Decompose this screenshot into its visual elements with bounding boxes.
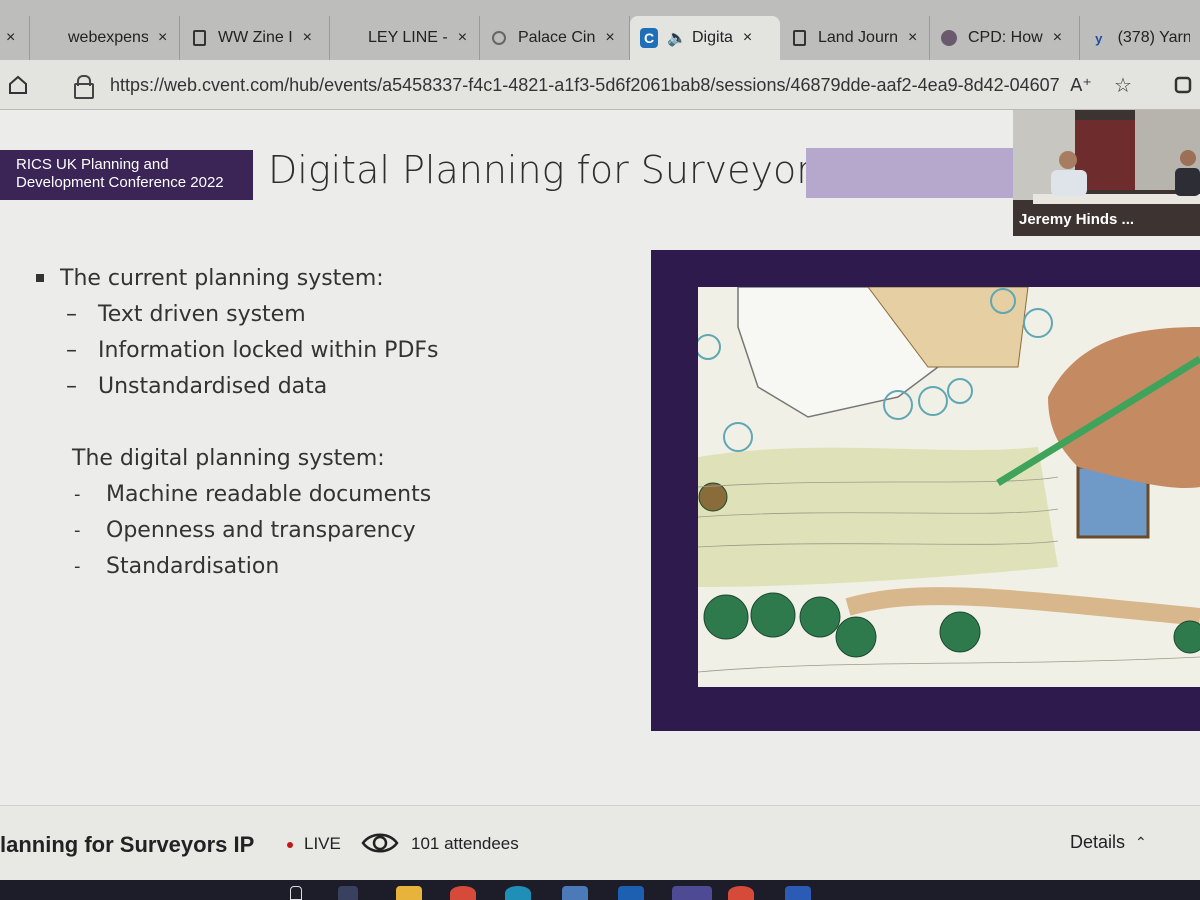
live-indicator-icon — [287, 842, 293, 848]
read-aloud-icon[interactable]: A⁺ — [1064, 68, 1098, 102]
lock-icon[interactable] — [74, 75, 94, 99]
tab-label: CPD: How — [968, 29, 1043, 46]
app-icon[interactable] — [338, 886, 358, 900]
url-text[interactable]: https://web.cvent.com/hub/events/a545833… — [110, 75, 1060, 96]
teams-icon[interactable] — [672, 886, 712, 900]
tab-label: WW Zine I — [218, 29, 293, 46]
details-label: Details — [1070, 832, 1126, 852]
collections-icon[interactable] — [1166, 68, 1200, 102]
close-icon[interactable]: × — [605, 29, 614, 47]
list-item-text: Standardisation — [106, 553, 280, 579]
circle-icon — [940, 29, 958, 47]
close-icon[interactable]: × — [158, 29, 167, 47]
tab-webexpenses[interactable]: webexpens × — [30, 16, 180, 60]
close-icon[interactable]: × — [6, 29, 15, 47]
yammer-icon: y — [1095, 30, 1103, 46]
plan-image-frame — [651, 250, 1200, 731]
close-icon[interactable]: × — [303, 29, 312, 47]
chevron-up-icon: ⌃ — [1135, 834, 1147, 850]
bullet-list: The current planning system: – Text drive… — [36, 260, 439, 584]
speaker-icon[interactable]: 🔈 — [667, 29, 687, 47]
bullet-icon — [36, 274, 44, 282]
document-icon — [790, 29, 808, 47]
session-bar: lanning for Surveyors IP LIVE 101 attend… — [0, 805, 1200, 880]
word-icon[interactable] — [785, 886, 811, 900]
chrome-icon[interactable] — [450, 886, 476, 900]
list-item: – Unstandardised data — [66, 373, 328, 399]
list-item: – Information locked within PDFs — [66, 337, 439, 363]
tab-ley-line[interactable]: LEY LINE - × — [330, 16, 480, 60]
close-icon[interactable]: × — [908, 29, 917, 47]
list-item-text: Text driven system — [98, 301, 306, 327]
tab-land-journal[interactable]: Land Journ × — [780, 16, 930, 60]
tab-strip: × webexpens × WW Zine I × LEY LINE - × P… — [0, 0, 1200, 60]
tab-0[interactable]: × — [0, 16, 30, 60]
tab-label: (378) Yarn — [1117, 29, 1190, 46]
list-item-text: Unstandardised data — [98, 373, 328, 399]
favorite-star-icon[interactable]: ☆ — [1106, 68, 1140, 102]
edge-icon[interactable] — [505, 886, 531, 900]
favicon-icon — [40, 29, 58, 47]
tab-palace-cinema[interactable]: Palace Cin × — [480, 16, 630, 60]
site-plan-illustration — [698, 287, 1200, 687]
attendee-count: 101 attendees — [411, 834, 519, 853]
folder-icon[interactable] — [396, 886, 422, 900]
circle-icon — [490, 29, 508, 47]
eye-icon — [361, 830, 399, 856]
address-bar: https://web.cvent.com/hub/events/a545833… — [0, 60, 1200, 110]
live-badge: LIVE — [304, 834, 341, 853]
favicon-icon — [340, 29, 358, 47]
list-item: - Openness and transparency — [74, 517, 416, 543]
document-icon — [190, 29, 208, 47]
session-title: lanning for Surveyors IP — [0, 832, 255, 857]
list-item: – Text driven system — [66, 301, 306, 327]
tab-label: LEY LINE - — [368, 29, 448, 46]
tab-cpd[interactable]: CPD: How × — [930, 16, 1080, 60]
current-heading: The current planning system: — [60, 265, 384, 291]
tab-digital-planning[interactable]: C 🔈 Digita × — [630, 16, 780, 60]
conference-label: RICS UK Planning and Development Confere… — [0, 150, 253, 200]
home-icon[interactable] — [0, 67, 36, 103]
list-item: - Machine readable documents — [74, 481, 432, 507]
digital-heading: The digital planning system: — [72, 445, 385, 471]
chrome-icon[interactable] — [728, 886, 754, 900]
list-item: - Standardisation — [74, 553, 280, 579]
url-field[interactable]: https://web.cvent.com/hub/events/a545833… — [62, 67, 1142, 103]
tab-ww-zine[interactable]: WW Zine I × — [180, 16, 330, 60]
list-item-text: Information locked within PDFs — [98, 337, 439, 363]
cvent-icon: C — [640, 28, 658, 48]
presenter-video[interactable]: Jeremy Hinds ... — [1013, 110, 1200, 236]
tab-label: Digita — [692, 29, 733, 46]
calculator-icon[interactable] — [562, 886, 588, 900]
address-actions: A⁺ ☆ — [1056, 68, 1200, 102]
tab-label: Palace Cin — [518, 29, 596, 46]
task-view-icon[interactable] — [290, 886, 302, 900]
close-icon[interactable]: × — [1053, 29, 1062, 47]
list-item-text: Machine readable documents — [106, 481, 432, 507]
slide-title: Digital Planning for Surveyors — [268, 148, 832, 192]
list-item-text: Openness and transparency — [106, 517, 416, 543]
close-icon[interactable]: × — [458, 29, 467, 47]
list-item: The current planning system: — [36, 260, 439, 296]
taskbar — [0, 880, 1200, 900]
close-icon[interactable]: × — [743, 29, 752, 47]
tab-yammer[interactable]: y (378) Yarn — [1080, 16, 1200, 60]
presenter-name: Jeremy Hinds ... — [1019, 211, 1135, 228]
details-button[interactable]: Details ⌃ — [1070, 832, 1147, 853]
tab-label: Land Journ — [818, 29, 898, 46]
outlook-icon[interactable] — [618, 886, 644, 900]
tab-label: webexpens — [68, 29, 148, 46]
decorative-bar — [806, 148, 1016, 198]
